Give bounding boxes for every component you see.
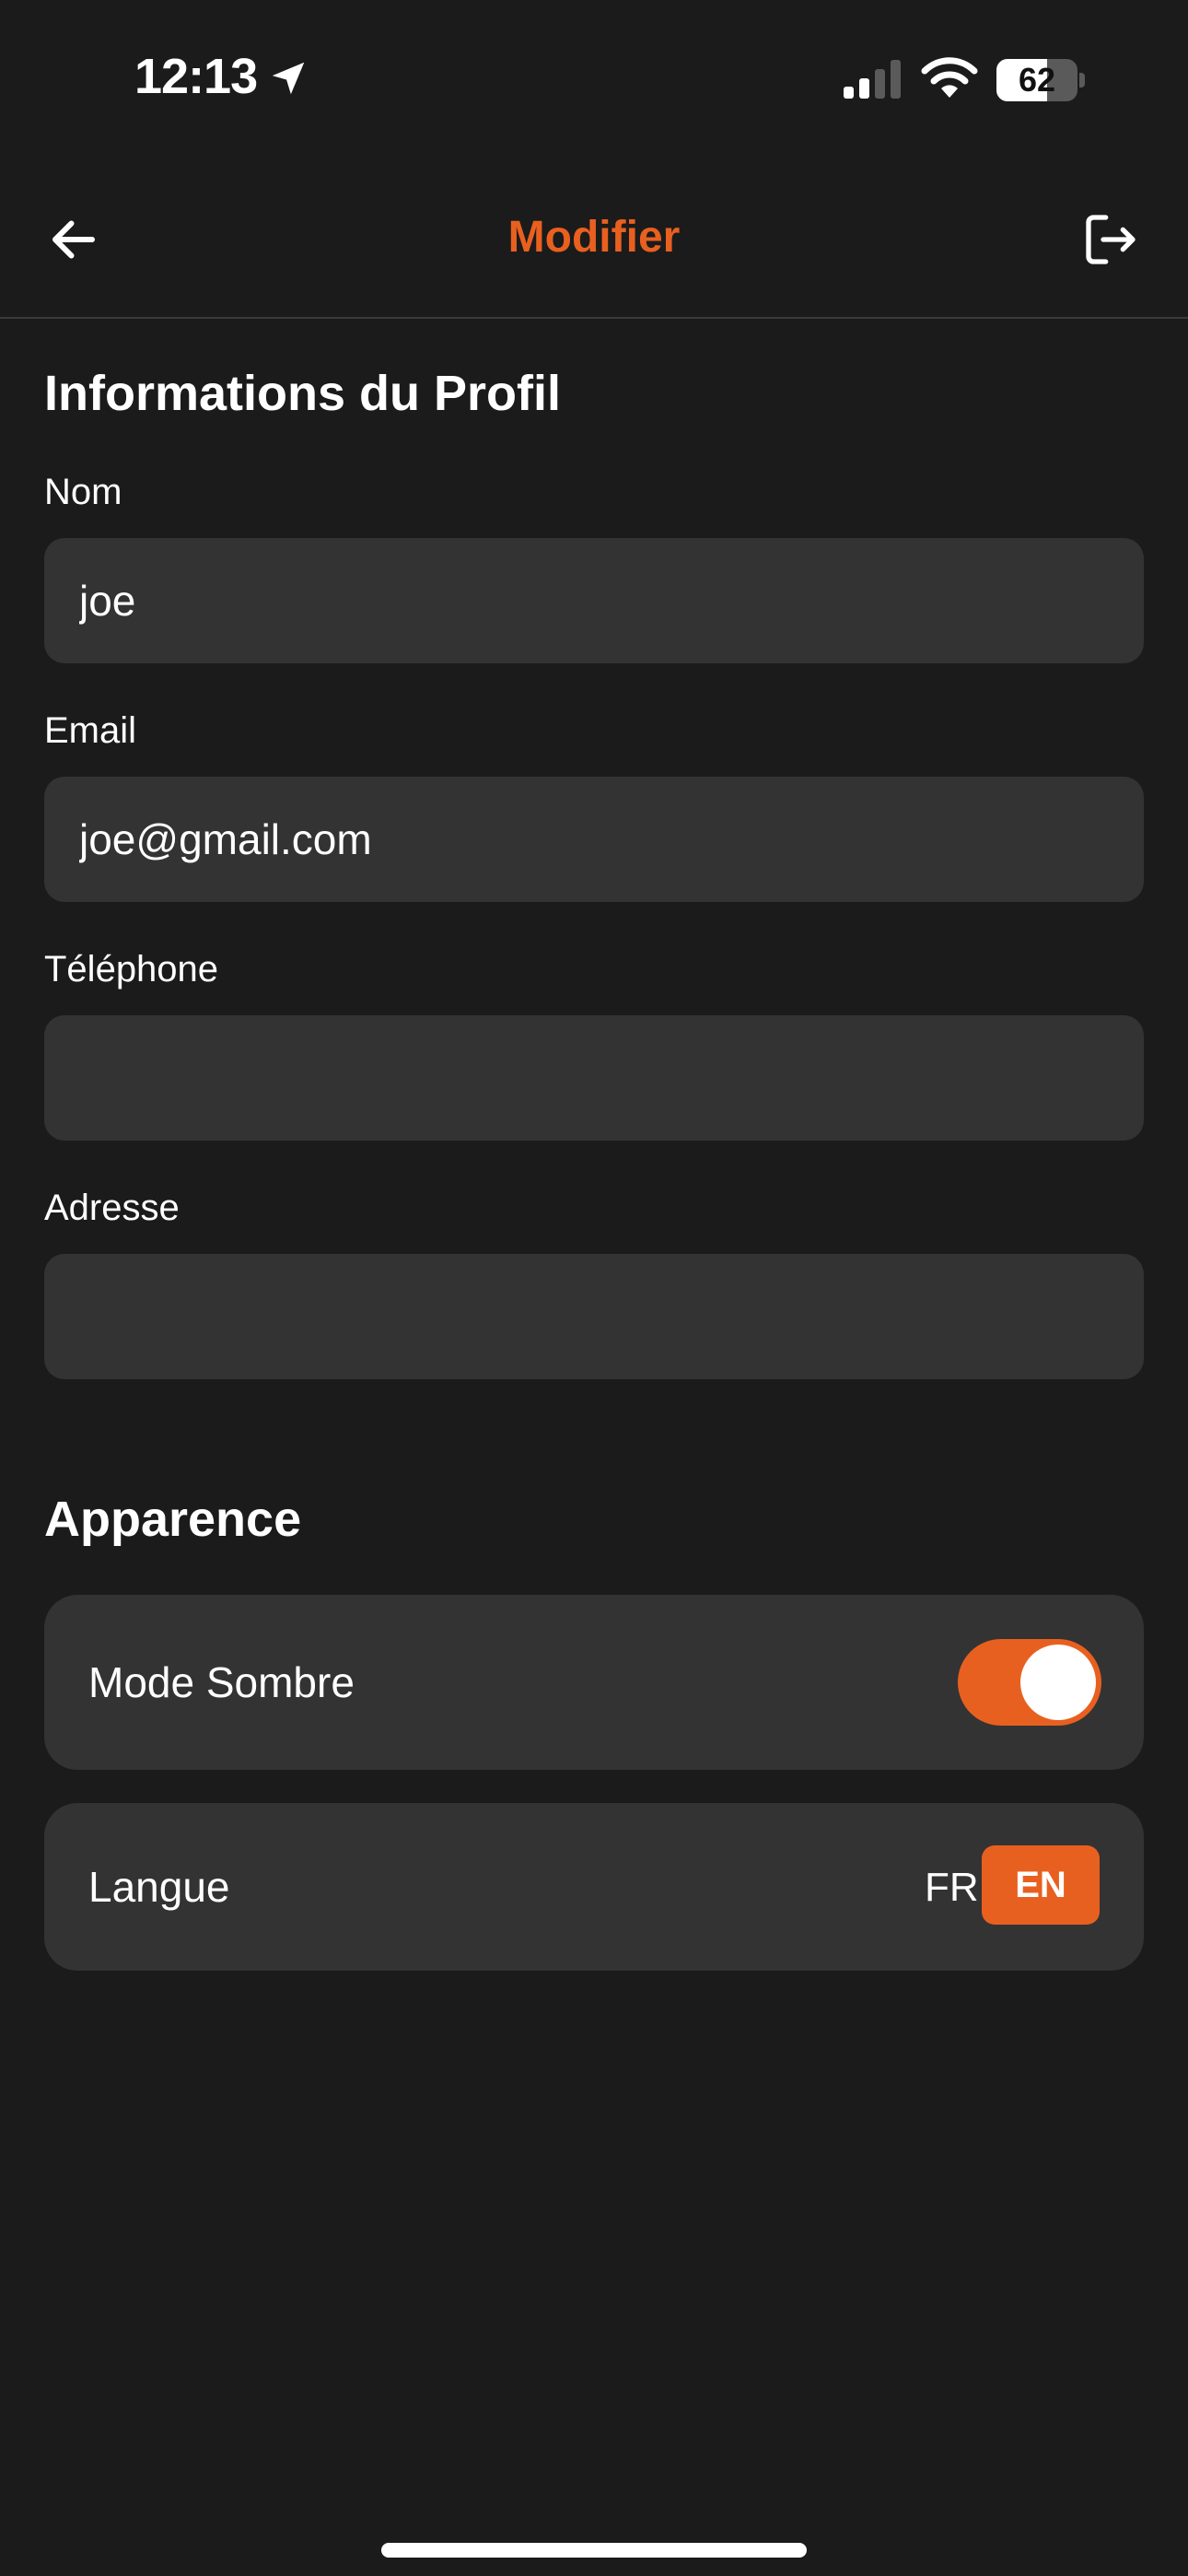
status-bar: 12:13 62 [0,0,1188,157]
phone-field[interactable] [44,1015,1144,1141]
dark-mode-card: Mode Sombre [44,1595,1144,1770]
address-label: Adresse [44,1188,180,1228]
logout-button[interactable] [1074,203,1147,276]
logout-icon [1086,215,1136,264]
dark-mode-toggle[interactable] [958,1639,1101,1726]
name-field[interactable] [44,538,1144,663]
profile-section-title: Informations du Profil [44,366,561,421]
dark-mode-label: Mode Sombre [88,1658,355,1706]
name-label: Nom [44,472,122,512]
language-card: Langue FR EN [44,1803,1144,1971]
battery-indicator: 62 [996,59,1085,101]
status-time: 12:13 [134,49,258,104]
page-title: Modifier [507,213,681,262]
wifi-icon [921,57,978,98]
home-indicator [381,2543,807,2558]
appearance-section-title: Apparence [44,1492,302,1547]
email-label: Email [44,710,137,751]
battery-percent: 62 [1018,61,1056,99]
phone-label: Téléphone [44,949,219,989]
toggle-knob [1020,1645,1096,1720]
email-field[interactable] [44,777,1144,902]
nav-bar: Modifier [0,157,1188,319]
language-label: Langue [88,1863,230,1911]
language-option-fr[interactable]: FR [925,1862,979,1914]
location-arrow-icon [272,62,305,95]
address-field[interactable] [44,1254,1144,1379]
language-option-en[interactable]: EN [982,1845,1100,1925]
cellular-signal-icon [844,60,901,99]
